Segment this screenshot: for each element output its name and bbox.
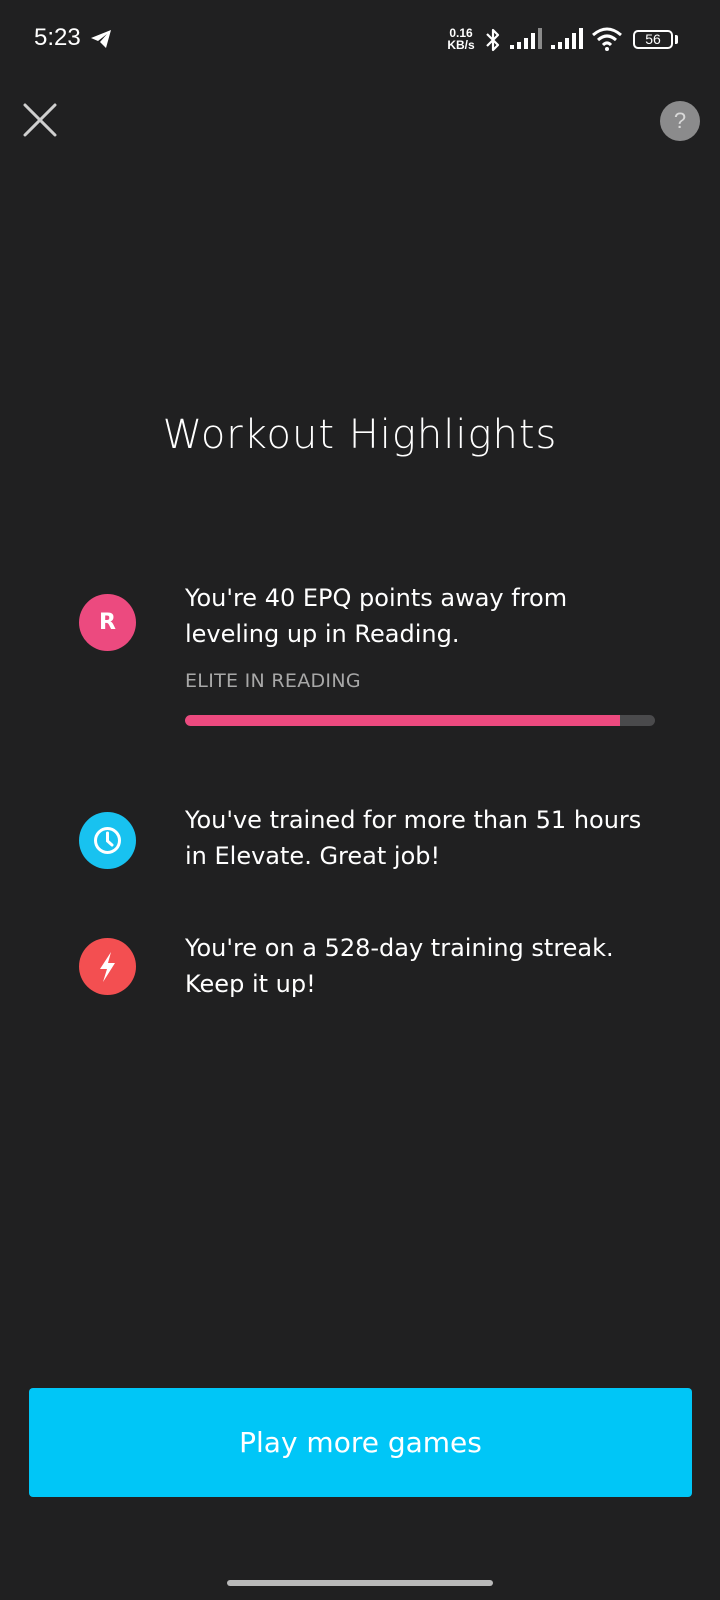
signal-strength-icon (510, 28, 542, 49)
level-progress-bar (185, 715, 655, 726)
bluetooth-icon (486, 28, 500, 52)
clock-icon (79, 812, 136, 869)
page-title: Workout Highlights (162, 412, 558, 458)
network-speed-unit: KB/s (447, 38, 475, 52)
status-bar: 5:23 0.16 KB/s 56 (0, 0, 720, 80)
highlight-sublabel: ELITE IN READING (185, 670, 361, 692)
play-more-games-button[interactable]: Play more games (29, 1388, 692, 1497)
home-indicator[interactable] (227, 1580, 493, 1586)
highlight-hours: You've trained for more than 51 hours in… (0, 802, 720, 882)
help-button[interactable]: ? (660, 101, 700, 141)
network-speed: 0.16 KB/s (446, 27, 476, 51)
highlight-streak: You're on a 528-day training streak. Kee… (0, 930, 720, 1010)
reading-icon: R (79, 594, 136, 651)
close-button[interactable] (20, 100, 60, 140)
highlight-text: You're on a 528-day training streak. Kee… (185, 934, 614, 998)
level-progress-fill (185, 715, 620, 726)
signal-strength-icon-2 (551, 28, 583, 49)
status-time: 5:23 (34, 24, 81, 51)
battery-tip (675, 35, 678, 44)
highlight-reading: R You're 40 EPQ points away from levelin… (0, 580, 720, 730)
wifi-icon (592, 27, 622, 51)
battery-level: 56 (645, 31, 661, 47)
highlight-text: You're 40 EPQ points away from leveling … (185, 584, 568, 648)
close-icon (23, 103, 57, 137)
telegram-icon (91, 30, 111, 48)
lightning-icon (79, 938, 136, 995)
highlight-text: You've trained for more than 51 hours in… (185, 806, 642, 870)
